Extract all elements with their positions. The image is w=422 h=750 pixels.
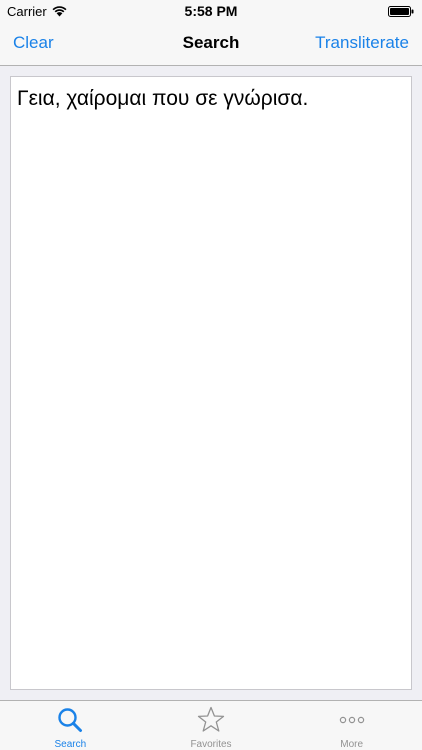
app-screen: Carrier 5:58 PM Clear Search Translitera…: [0, 0, 422, 750]
tab-favorites[interactable]: Favorites: [141, 701, 282, 750]
tab-favorites-label: Favorites: [190, 739, 232, 750]
more-icon: [339, 716, 364, 724]
search-text-area[interactable]: Γεια, χαίρομαι που σε γνώρισα.: [10, 76, 412, 690]
search-icon: [58, 708, 83, 732]
star-icon: [197, 706, 225, 732]
tab-more[interactable]: More: [281, 701, 422, 750]
battery-icon: [388, 6, 414, 17]
tab-search[interactable]: Search: [0, 701, 141, 750]
clear-button[interactable]: Clear: [13, 33, 54, 53]
status-bar: Carrier 5:58 PM: [0, 0, 422, 22]
status-time: 5:58 PM: [184, 3, 238, 19]
tab-more-label: More: [340, 739, 364, 750]
tab-bar: Search Favorites More: [0, 700, 422, 750]
navigation-bar: Clear Search Transliterate: [0, 22, 422, 66]
transliterate-button[interactable]: Transliterate: [315, 33, 409, 53]
tab-search-label: Search: [54, 739, 87, 750]
page-title: Search: [182, 33, 240, 52]
